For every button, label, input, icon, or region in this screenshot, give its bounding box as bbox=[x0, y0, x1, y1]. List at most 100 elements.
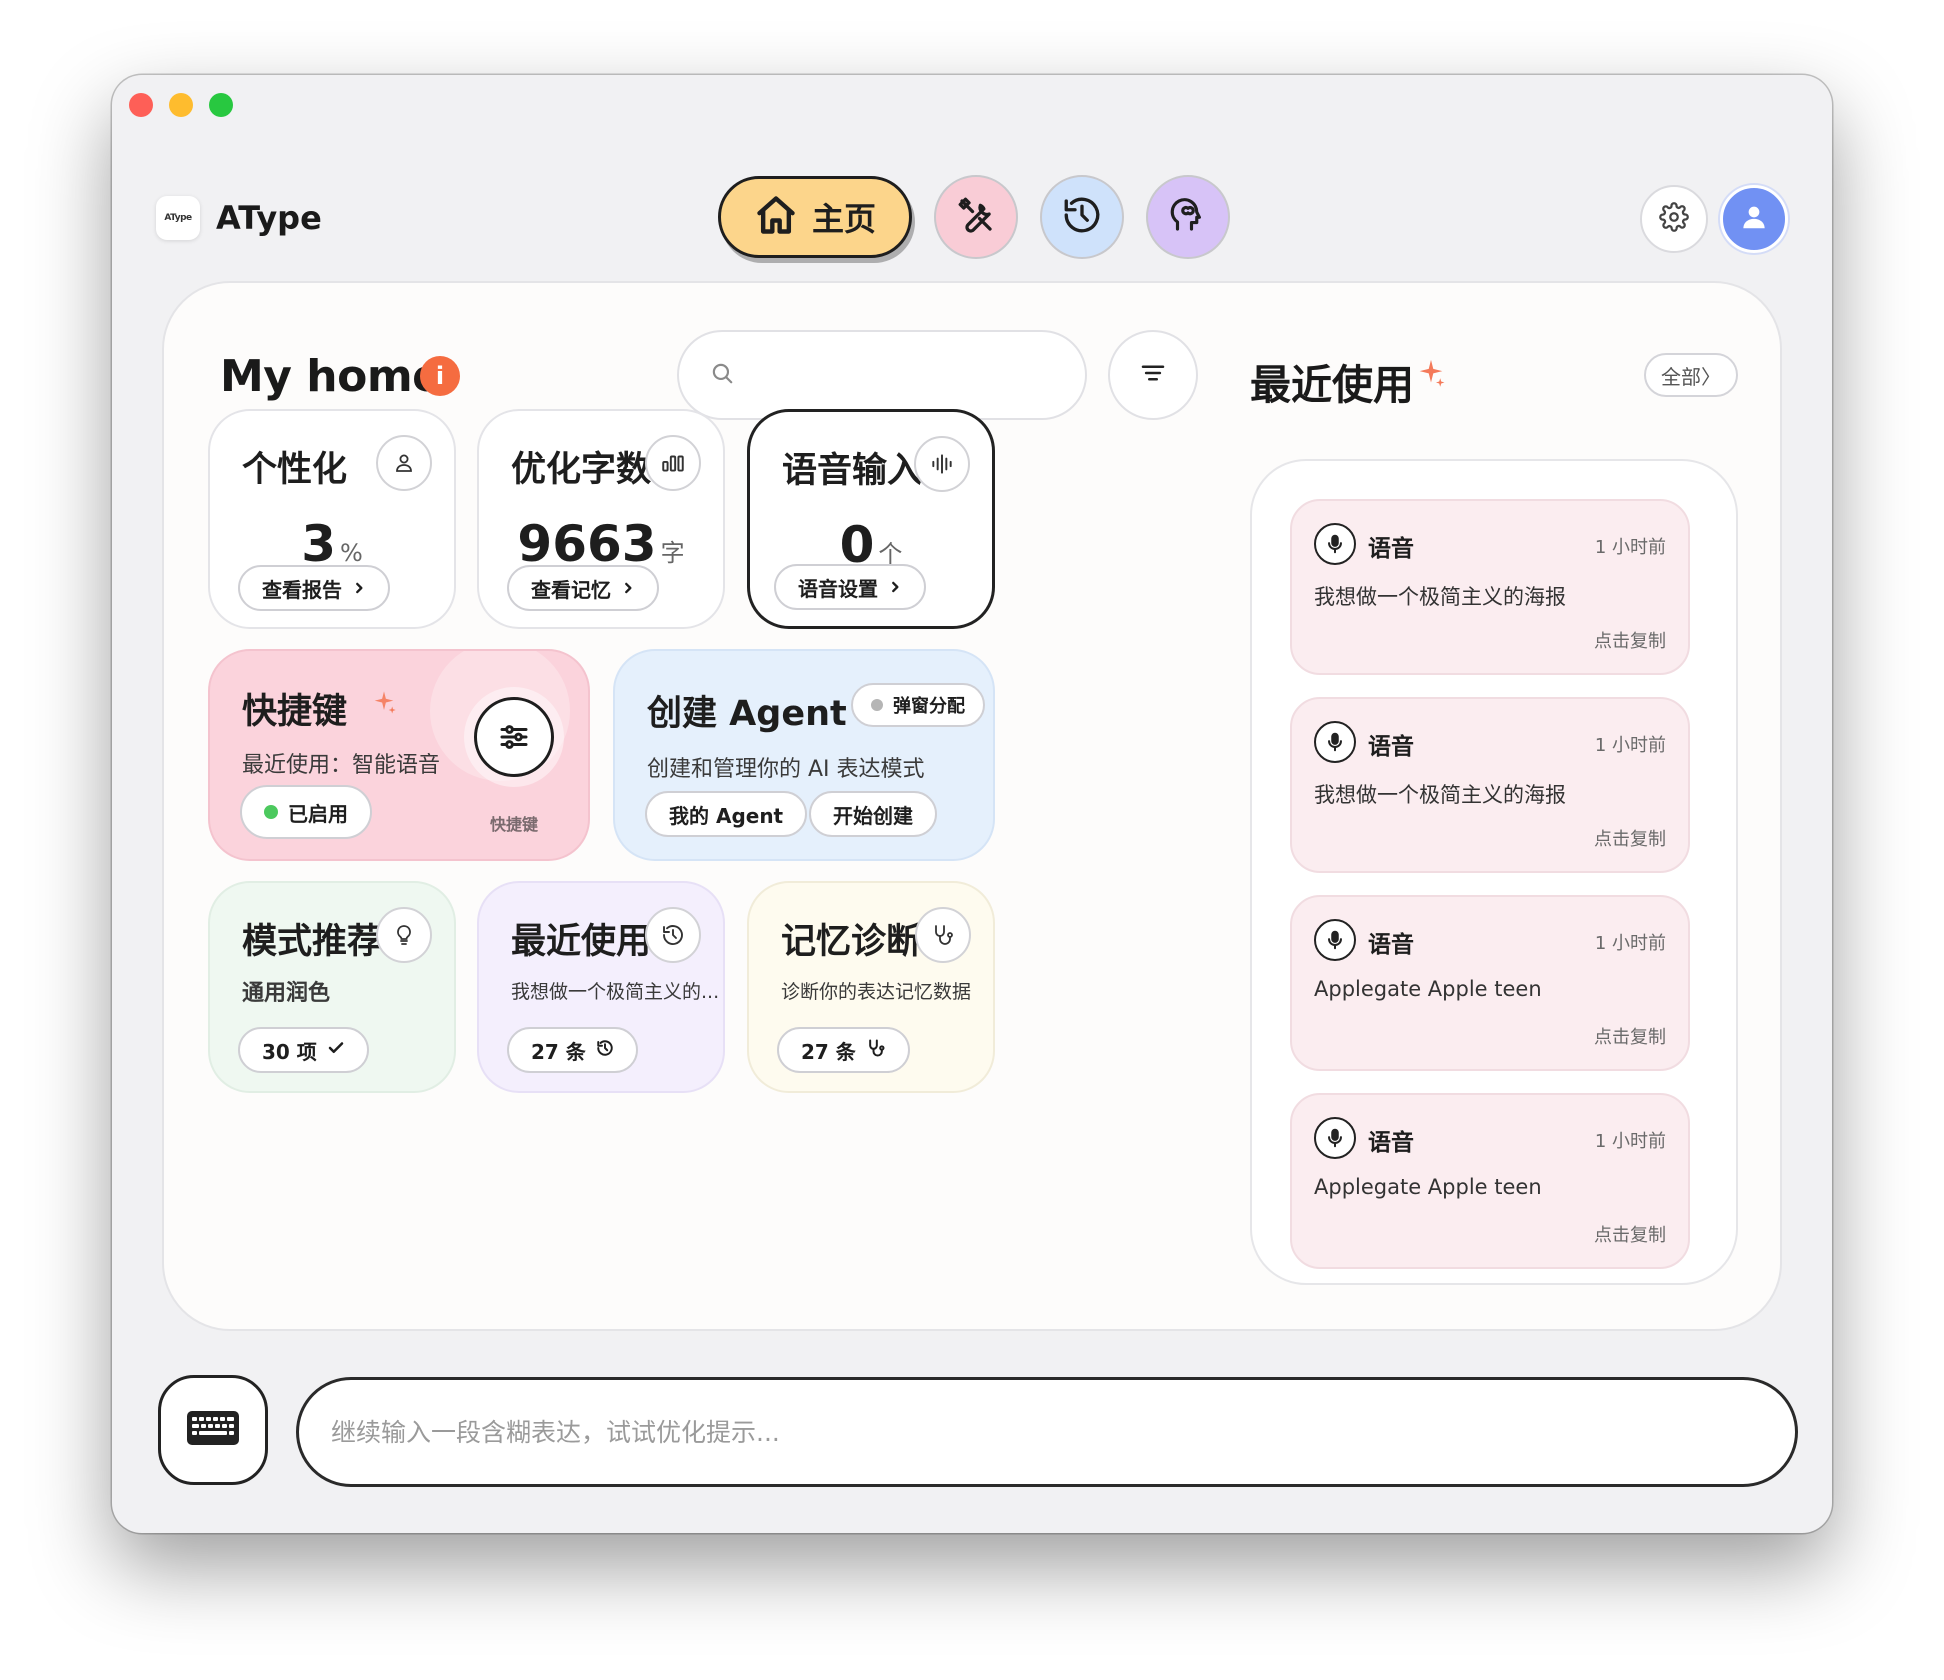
minimize-window-button[interactable] bbox=[169, 93, 193, 117]
recent-item-time: 1 小时前 bbox=[1594, 933, 1666, 954]
recent-item-time: 1 小时前 bbox=[1594, 735, 1666, 756]
popup-assign-label: 弹窗分配 bbox=[893, 696, 965, 717]
copy-button[interactable]: 点击复制 bbox=[1594, 1221, 1666, 1247]
stat-card-voice-input[interactable]: 语音输入 0个 语音设置 bbox=[747, 409, 995, 629]
recent-count-button[interactable]: 27 条 bbox=[507, 1027, 638, 1073]
user-icon bbox=[1739, 202, 1769, 236]
view-report-label: 查看报告 bbox=[262, 577, 342, 602]
shortcut-title: 快捷键 bbox=[242, 692, 348, 732]
view-report-button[interactable]: 查看报告 bbox=[238, 565, 390, 611]
bar-chart-icon bbox=[645, 435, 701, 491]
shortcut-settings-button[interactable] bbox=[464, 687, 564, 787]
shortcut-status-badge[interactable]: 已启用 bbox=[240, 785, 372, 839]
create-agent-card[interactable]: 创建 Agent 弹窗分配 创建和管理你的 AI 表达模式 我的 Agent 开… bbox=[613, 649, 995, 861]
recent-use-card[interactable]: 最近使用 我想做一个极简主义的... 27 条 bbox=[477, 881, 725, 1093]
view-memory-button[interactable]: 查看记忆 bbox=[507, 565, 659, 611]
voice-settings-label: 语音设置 bbox=[798, 576, 878, 601]
stat-card-title: 优化字数 bbox=[511, 450, 652, 490]
shortcut-card[interactable]: 快捷键 最近使用：智能语音 已启用 快捷键 bbox=[208, 649, 590, 861]
memory-count-button[interactable]: 27 条 bbox=[777, 1027, 910, 1073]
keyboard-icon bbox=[186, 1410, 240, 1450]
mode-recommend-card[interactable]: 模式推荐 通用润色 30 项 bbox=[208, 881, 456, 1093]
recent-item-type: 语音 bbox=[1368, 1130, 1414, 1156]
user-avatar[interactable] bbox=[1720, 185, 1788, 253]
clock-icon bbox=[645, 907, 701, 963]
mini-card-subtitle: 通用润色 bbox=[242, 981, 331, 1006]
microphone-icon bbox=[1314, 1117, 1356, 1159]
app-name: AType bbox=[216, 199, 322, 237]
recent-item[interactable]: 语音 1 小时前 我想做一个极简主义的海报 点击复制 bbox=[1290, 499, 1690, 675]
recent-section-title: 最近使用 bbox=[1250, 361, 1414, 409]
zoom-window-button[interactable] bbox=[209, 93, 233, 117]
shortcut-subtitle: 最近使用：智能语音 bbox=[242, 753, 441, 778]
view-memory-label: 查看记忆 bbox=[531, 577, 611, 602]
search-input[interactable] bbox=[751, 361, 1051, 389]
keyboard-button[interactable] bbox=[158, 1375, 268, 1485]
recent-item-text: 我想做一个极简主义的海报 bbox=[1314, 585, 1566, 609]
recent-item-type: 语音 bbox=[1368, 734, 1414, 760]
stat-card-title: 语音输入 bbox=[782, 451, 923, 491]
memory-count-label: 27 条 bbox=[801, 1039, 856, 1064]
check-icon bbox=[327, 1038, 345, 1062]
nav-home-button[interactable]: 主页 bbox=[718, 176, 912, 258]
start-create-button[interactable]: 开始创建 bbox=[809, 791, 937, 837]
recent-item[interactable]: 语音 1 小时前 我想做一个极简主义的海报 点击复制 bbox=[1290, 697, 1690, 873]
mode-count-label: 30 项 bbox=[262, 1039, 317, 1064]
nav-tools-button[interactable] bbox=[934, 175, 1018, 259]
sliders-icon bbox=[474, 697, 554, 777]
tools-icon bbox=[955, 194, 997, 240]
voice-settings-button[interactable]: 语音设置 bbox=[774, 564, 926, 610]
person-icon bbox=[376, 435, 432, 491]
app-window: AType AType 主页 My home i 个性化 3 % 查看报告 优化… bbox=[112, 75, 1832, 1533]
recent-item-type: 语音 bbox=[1368, 932, 1414, 958]
view-all-button[interactable]: 全部〉 bbox=[1644, 353, 1738, 397]
prompt-input[interactable] bbox=[331, 1417, 1795, 1447]
waveform-icon bbox=[914, 436, 970, 492]
my-agent-button[interactable]: 我的 Agent bbox=[645, 791, 808, 837]
copy-button[interactable]: 点击复制 bbox=[1594, 825, 1666, 851]
history-icon bbox=[596, 1038, 614, 1062]
stat-card-personalization[interactable]: 个性化 3% 查看报告 bbox=[208, 409, 456, 629]
nav-history-button[interactable] bbox=[1040, 175, 1124, 259]
chevron-right-icon bbox=[621, 576, 635, 600]
filter-icon bbox=[1138, 358, 1168, 392]
chevron-right-icon bbox=[888, 575, 902, 599]
agent-subtitle: 创建和管理你的 AI 表达模式 bbox=[647, 757, 925, 782]
popup-assign-badge[interactable]: 弹窗分配 bbox=[851, 683, 985, 727]
recent-list: 语音 1 小时前 我想做一个极简主义的海报 点击复制 语音 1 小时前 我想做一… bbox=[1250, 459, 1738, 1285]
recent-count-label: 27 条 bbox=[531, 1039, 586, 1064]
history-icon bbox=[1061, 194, 1103, 240]
brand: AType AType bbox=[156, 196, 322, 240]
nav-home-label: 主页 bbox=[811, 200, 876, 238]
main-nav: 主页 bbox=[718, 175, 1230, 259]
recent-item[interactable]: 语音 1 小时前 Applegate Apple teen 点击复制 bbox=[1290, 1093, 1690, 1269]
copy-button[interactable]: 点击复制 bbox=[1594, 1023, 1666, 1049]
recent-item-time: 1 小时前 bbox=[1594, 537, 1666, 558]
shortcut-status-label: 已启用 bbox=[288, 801, 348, 826]
copy-button[interactable]: 点击复制 bbox=[1594, 627, 1666, 653]
status-dot bbox=[871, 699, 883, 711]
mini-card-subtitle: 诊断你的表达记忆数据 bbox=[781, 981, 972, 1003]
page-title: My home bbox=[220, 351, 442, 402]
mini-card-title: 模式推荐 bbox=[242, 922, 383, 962]
memory-diagnosis-card[interactable]: 记忆诊断 诊断你的表达记忆数据 27 条 bbox=[747, 881, 995, 1093]
stethoscope-icon bbox=[866, 1038, 886, 1063]
traffic-lights bbox=[129, 93, 233, 117]
home-panel: My home i 个性化 3% 查看报告 优化字数 9663 字 查看记忆 语… bbox=[162, 281, 1782, 1331]
mode-count-button[interactable]: 30 项 bbox=[238, 1027, 369, 1073]
search-icon bbox=[709, 360, 735, 390]
recent-item[interactable]: 语音 1 小时前 Applegate Apple teen 点击复制 bbox=[1290, 895, 1690, 1071]
close-window-button[interactable] bbox=[129, 93, 153, 117]
stat-card-optimized-words[interactable]: 优化字数 9663 字 查看记忆 bbox=[477, 409, 725, 629]
prompt-input-box[interactable] bbox=[296, 1377, 1798, 1487]
stat-unit: 字 bbox=[660, 539, 685, 567]
my-agent-label: 我的 Agent bbox=[669, 803, 784, 828]
sparkle-icon bbox=[1414, 357, 1448, 395]
microphone-icon bbox=[1314, 523, 1356, 565]
app-logo: AType bbox=[156, 196, 200, 240]
filter-button[interactable] bbox=[1108, 330, 1198, 420]
settings-button[interactable] bbox=[1640, 185, 1708, 253]
search-box[interactable] bbox=[677, 330, 1087, 420]
info-badge[interactable]: i bbox=[420, 356, 460, 396]
nav-memory-button[interactable] bbox=[1146, 175, 1230, 259]
